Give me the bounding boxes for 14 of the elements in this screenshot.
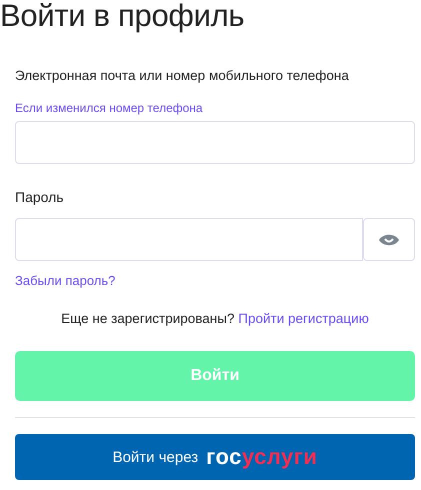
- eye-icon: [378, 232, 400, 246]
- field-label: Электронная почта или номер мобильного телефона: [15, 67, 350, 85]
- gosuslugi-login-button[interactable]: Войти через госуслуги: [15, 434, 415, 480]
- forgot-password-link[interactable]: Забыли пароль?: [15, 272, 116, 290]
- register-link[interactable]: Пройти регистрацию: [238, 311, 369, 326]
- phone-changed-link[interactable]: Если изменился номер телефона: [15, 100, 203, 116]
- button-label: Войти через: [112, 448, 198, 466]
- field-label: Пароль: [15, 188, 65, 206]
- login-input-field[interactable]: [15, 121, 415, 164]
- register-prompt: Еще не зарегистрированы?: [61, 311, 234, 326]
- gosuslugi-logo: госуслуги: [206, 444, 318, 470]
- page-title: Войти в профиль: [0, 0, 246, 35]
- password-input-field[interactable]: [15, 218, 363, 261]
- show-password-button[interactable]: [363, 218, 415, 261]
